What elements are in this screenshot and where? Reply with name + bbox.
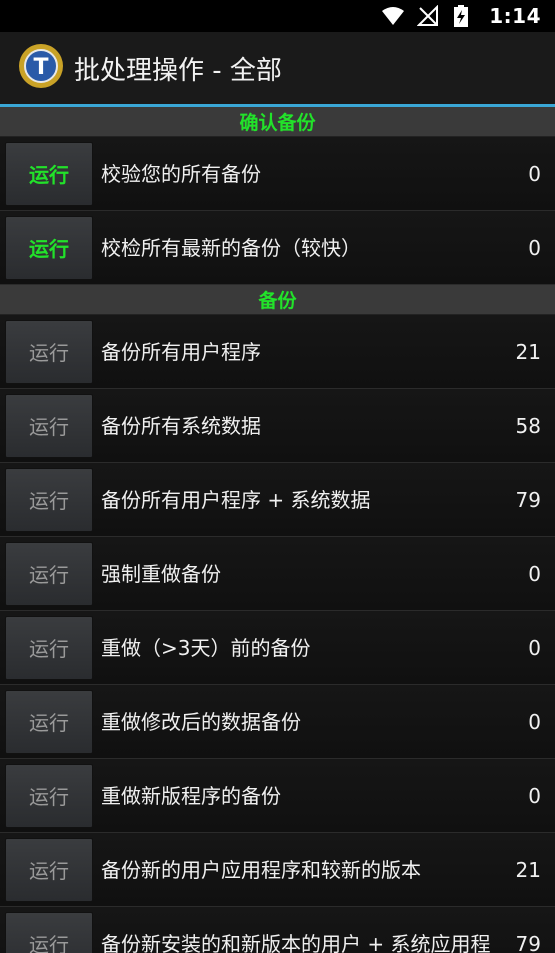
app-bar: T 批处理操作 - 全部 [0,32,555,104]
list-item: 运行 重做修改后的数据备份 0 [0,685,555,759]
list-item: 运行 备份所有用户程序 + 系统数据 79 [0,463,555,537]
page-title: 批处理操作 - 全部 [74,55,282,86]
svg-text:T: T [33,55,48,80]
status-bar: 1:14 [0,0,555,32]
item-count: 0 [528,635,541,660]
item-label: 备份新安装的和新版本的用户 + 系统应用程 [101,931,491,953]
run-button[interactable]: 运行 [5,467,93,532]
item-label: 重做修改后的数据备份 [101,709,301,734]
section-header-backup: 备份 [0,285,555,315]
status-time: 1:14 [489,4,541,28]
run-button[interactable]: 运行 [5,689,93,754]
item-count: 0 [528,235,541,260]
run-button[interactable]: 运行 [5,393,93,458]
batch-list[interactable]: 确认备份 运行 校验您的所有备份 0 运行 校检所有最新的备份（较快） 0 备份… [0,107,555,953]
item-label: 重做新版程序的备份 [101,783,281,808]
run-button[interactable]: 运行 [5,615,93,680]
item-label: 重做（>3天）前的备份 [101,635,311,660]
item-label: 校检所有最新的备份（较快） [101,235,361,260]
list-item: 运行 校验您的所有备份 0 [0,137,555,211]
list-item: 运行 重做新版程序的备份 0 [0,759,555,833]
battery-charging-icon [453,5,477,27]
item-count: 58 [515,413,541,438]
run-button[interactable]: 运行 [5,141,93,206]
run-button[interactable]: 运行 [5,541,93,606]
item-label: 备份所有用户程序 + 系统数据 [101,487,371,512]
item-label: 备份所有用户程序 [101,339,261,364]
list-item: 运行 重做（>3天）前的备份 0 [0,611,555,685]
item-label: 强制重做备份 [101,561,221,586]
item-count: 0 [528,709,541,734]
item-count: 0 [528,783,541,808]
item-count: 21 [515,857,541,882]
item-count: 79 [515,487,541,512]
list-item: 运行 备份所有用户程序 21 [0,315,555,389]
wifi-icon [381,5,405,27]
no-signal-icon [416,4,441,27]
list-item: 运行 备份所有系统数据 58 [0,389,555,463]
list-item: 运行 强制重做备份 0 [0,537,555,611]
item-count: 0 [528,561,541,586]
list-item: 运行 校检所有最新的备份（较快） 0 [0,211,555,285]
item-label: 备份所有系统数据 [101,413,261,438]
run-button[interactable]: 运行 [5,215,93,280]
run-button[interactable]: 运行 [5,763,93,828]
section-header-verify: 确认备份 [0,107,555,137]
item-count: 21 [515,339,541,364]
run-button[interactable]: 运行 [5,319,93,384]
run-button[interactable]: 运行 [5,837,93,902]
app-logo-icon[interactable]: T [18,43,64,93]
list-item: 运行 备份新安装的和新版本的用户 + 系统应用程 79 [0,907,555,953]
item-count: 79 [515,931,541,953]
run-button[interactable]: 运行 [5,911,93,953]
item-label: 校验您的所有备份 [101,161,261,186]
list-item: 运行 备份新的用户应用程序和较新的版本 21 [0,833,555,907]
item-label: 备份新的用户应用程序和较新的版本 [101,857,421,882]
item-count: 0 [528,161,541,186]
